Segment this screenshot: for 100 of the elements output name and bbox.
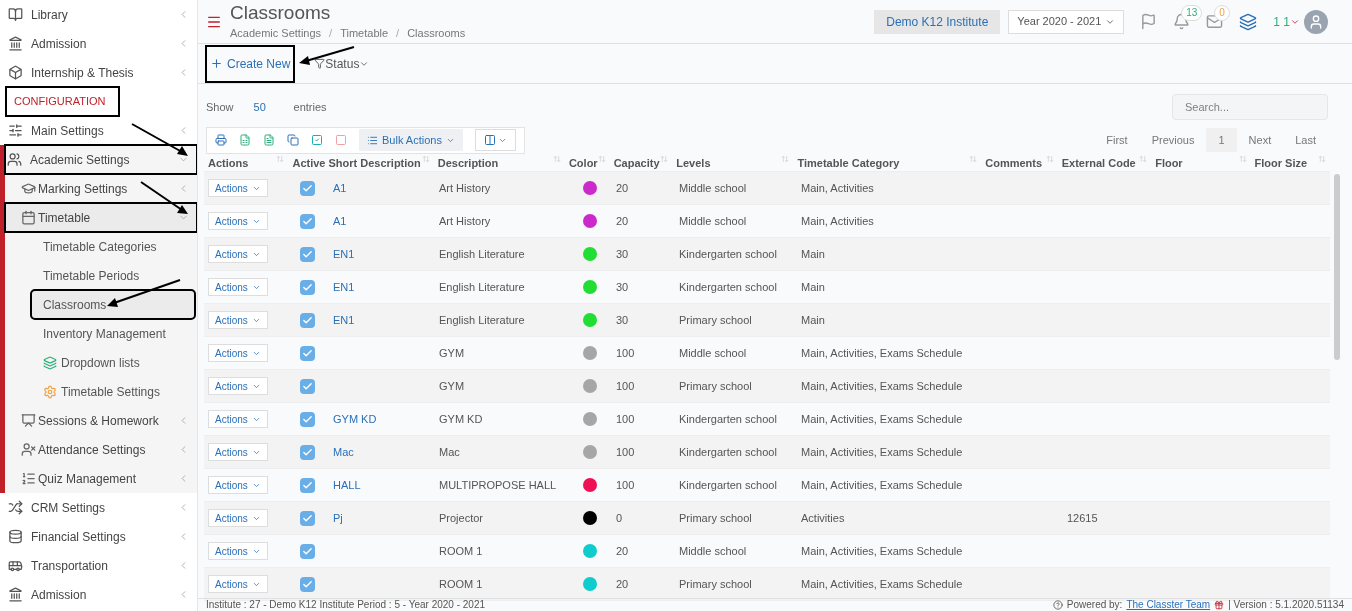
search-field[interactable]: Search...	[1172, 94, 1328, 120]
menu-item[interactable]: Library	[0, 0, 197, 29]
column-header[interactable]: Levels	[676, 154, 711, 171]
pagination-link[interactable]: Last	[1283, 128, 1328, 152]
pagination-link[interactable]: Previous	[1139, 128, 1207, 152]
breadcrumb-link[interactable]: Timetable	[340, 25, 389, 42]
actions-dropdown[interactable]: Actions	[208, 542, 268, 560]
columns-button[interactable]	[474, 129, 516, 151]
menu-item[interactable]: Admission	[0, 580, 197, 609]
menu-item[interactable]: Internship & Thesis	[0, 58, 197, 87]
actions-dropdown[interactable]: Actions	[208, 344, 268, 362]
submenu-item[interactable]: Sessions & Homework	[5, 406, 197, 435]
pagination-link[interactable]: Next	[1236, 128, 1284, 152]
team-link[interactable]: The Classter Team	[1126, 600, 1211, 610]
sort-icon[interactable]	[969, 154, 978, 163]
table-cell[interactable]: EN1	[333, 247, 355, 260]
menu-item[interactable]: Transportation	[0, 551, 197, 580]
submenu-item[interactable]: Attendance Settings	[5, 435, 197, 464]
actions-dropdown[interactable]: Actions	[208, 377, 268, 395]
sort-icon[interactable]	[1139, 154, 1148, 163]
table-cell[interactable]: EN1	[333, 280, 355, 293]
active-checkbox[interactable]	[299, 279, 315, 295]
submenu-item[interactable]: Timetable	[5, 203, 197, 232]
menu-item[interactable]: Academic Settings	[5, 145, 197, 174]
column-header[interactable]: Active	[292, 154, 326, 171]
actions-dropdown[interactable]: Actions	[208, 245, 268, 263]
table-cell[interactable]: GYM KD	[333, 412, 377, 425]
menu-item[interactable]: CRM Settings	[0, 493, 197, 522]
sort-icon[interactable]	[1238, 154, 1247, 163]
column-header[interactable]: Timetable Category	[797, 154, 900, 171]
create-new-button[interactable]: Create New	[206, 45, 295, 82]
column-header[interactable]: Floor	[1155, 154, 1183, 171]
breadcrumb-link[interactable]: Classrooms	[407, 25, 466, 42]
column-header[interactable]: Actions	[208, 154, 249, 171]
sort-icon[interactable]	[781, 154, 790, 163]
active-checkbox[interactable]	[299, 345, 315, 361]
column-header[interactable]: Capacity	[613, 154, 660, 171]
column-header[interactable]: Short Description	[328, 154, 421, 171]
print-icon[interactable]	[215, 134, 227, 146]
menu-item[interactable]: Main Settings	[0, 116, 197, 145]
sort-icon[interactable]	[660, 154, 669, 163]
column-header[interactable]: Floor Size	[1254, 154, 1308, 171]
active-checkbox[interactable]	[299, 477, 315, 493]
active-checkbox[interactable]	[299, 180, 315, 196]
pagination-link[interactable]: First	[1094, 128, 1140, 152]
table-cell[interactable]: Pj	[333, 511, 343, 524]
actions-dropdown[interactable]: Actions	[208, 410, 268, 428]
active-checkbox[interactable]	[299, 378, 315, 394]
active-checkbox[interactable]	[299, 543, 315, 559]
column-header[interactable]: External Code	[1061, 154, 1136, 171]
actions-dropdown[interactable]: Actions	[208, 476, 268, 494]
submenu-item[interactable]: Timetable Settings	[31, 377, 195, 406]
institute-button[interactable]: Demo K12 Institute	[874, 9, 1001, 34]
sort-icon[interactable]	[276, 154, 285, 163]
active-checkbox[interactable]	[299, 312, 315, 328]
copy-icon[interactable]	[287, 134, 299, 146]
deselect-icon[interactable]	[335, 134, 347, 146]
sort-icon[interactable]	[597, 154, 606, 163]
sort-icon[interactable]	[552, 154, 561, 163]
status-filter[interactable]: Status	[314, 54, 370, 73]
actions-dropdown[interactable]: Actions	[208, 575, 268, 593]
pagination-link[interactable]: 1	[1206, 128, 1237, 152]
scrollbar[interactable]	[1334, 174, 1340, 360]
year-dropdown[interactable]: Year 2020 - 2021	[1008, 9, 1125, 34]
table-cell[interactable]: A1	[333, 181, 347, 194]
active-checkbox[interactable]	[299, 213, 315, 229]
active-checkbox[interactable]	[299, 576, 315, 592]
submenu-item[interactable]: Inventory Management	[31, 319, 195, 348]
actions-dropdown[interactable]: Actions	[208, 179, 268, 197]
submenu-item[interactable]: Marking Settings	[5, 174, 197, 203]
breadcrumb-link[interactable]: Academic Settings	[230, 25, 322, 42]
active-checkbox[interactable]	[299, 444, 315, 460]
actions-dropdown[interactable]: Actions	[208, 311, 268, 329]
actions-dropdown[interactable]: Actions	[208, 443, 268, 461]
submenu-item[interactable]: Quiz Management	[5, 464, 197, 493]
active-checkbox[interactable]	[299, 411, 315, 427]
sort-icon[interactable]	[421, 154, 430, 163]
column-header[interactable]: Comments	[985, 154, 1043, 171]
layers-icon[interactable]	[1239, 12, 1258, 31]
table-cell[interactable]: A1	[333, 214, 347, 227]
bulk-actions-button[interactable]: Bulk Actions	[359, 129, 463, 151]
submenu-item[interactable]: Dropdown lists	[31, 348, 195, 377]
column-header[interactable]: Description	[437, 154, 499, 171]
active-checkbox[interactable]	[299, 246, 315, 262]
submenu-item[interactable]: Timetable Categories	[31, 232, 195, 261]
menu-item[interactable]: Financial Settings	[0, 522, 197, 551]
entries-select[interactable]: 50	[253, 98, 294, 116]
actions-dropdown[interactable]: Actions	[208, 278, 268, 296]
excel-icon[interactable]	[239, 134, 251, 146]
sort-icon[interactable]	[1045, 154, 1054, 163]
table-cell[interactable]: Mac	[333, 445, 354, 458]
menu-item[interactable]: Admission	[0, 29, 197, 58]
actions-dropdown[interactable]: Actions	[208, 509, 268, 527]
flag-icon[interactable]	[1140, 13, 1158, 30]
submenu-item[interactable]: Timetable Periods	[31, 261, 195, 290]
avatar[interactable]	[1304, 9, 1328, 34]
table-cell[interactable]: EN1	[333, 313, 355, 326]
sort-icon[interactable]	[1318, 154, 1326, 163]
submenu-item[interactable]: Classrooms	[31, 290, 195, 319]
select-all-icon[interactable]	[311, 134, 323, 146]
